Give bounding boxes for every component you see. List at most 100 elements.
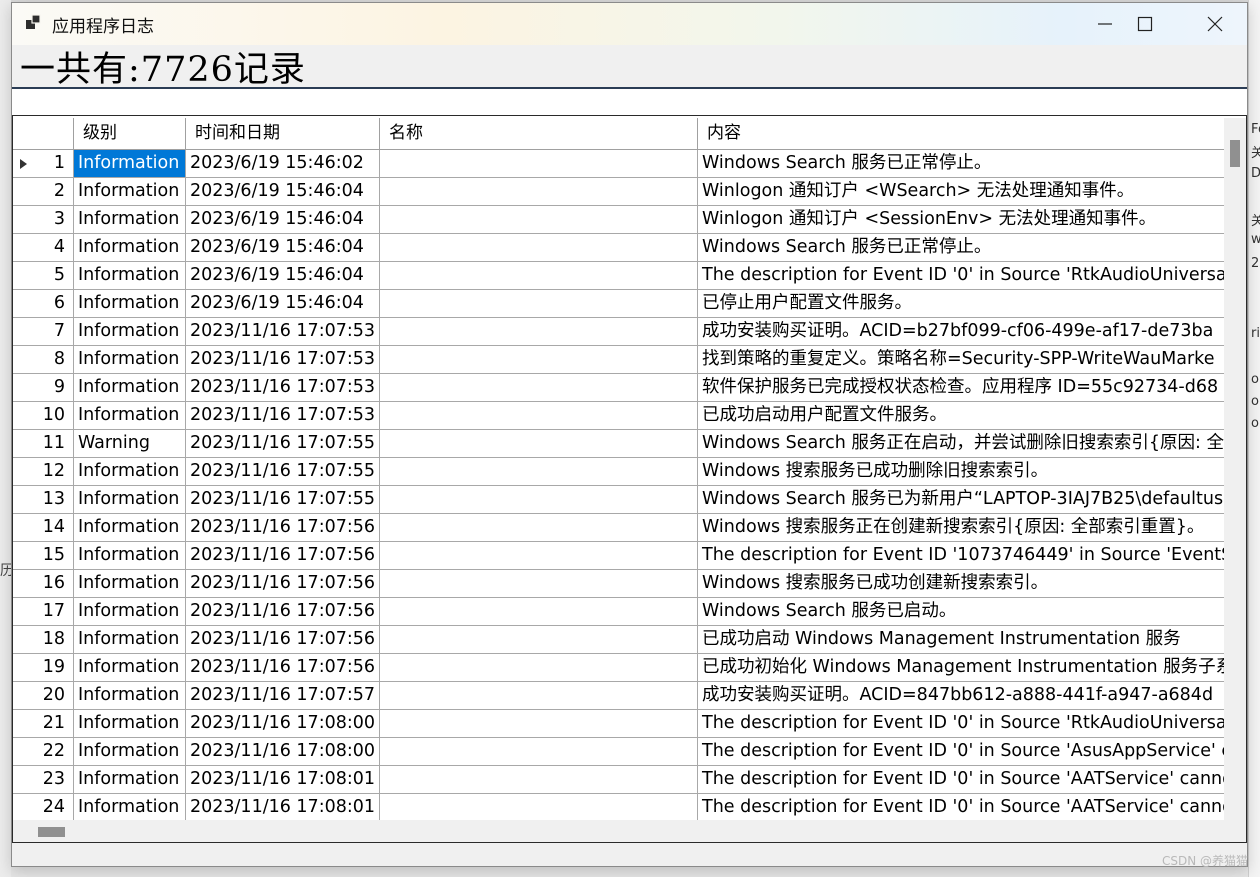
name-cell[interactable] [380, 206, 698, 233]
name-cell[interactable] [380, 402, 698, 429]
table-row[interactable]: 18 Information 2023/11/16 17:07:56 已成功启动 Wi… [13, 626, 1225, 654]
column-header-time[interactable]: 时间和日期 [186, 118, 380, 149]
level-cell[interactable]: Information [74, 374, 186, 401]
time-cell[interactable]: 2023/6/19 15:46:04 [186, 290, 380, 317]
horizontal-scroll-thumb[interactable] [38, 827, 65, 837]
level-cell[interactable]: Information [74, 402, 186, 429]
name-cell[interactable] [380, 626, 698, 653]
time-cell[interactable]: 2023/6/19 15:46:04 [186, 262, 380, 289]
column-header-level[interactable]: 级别 [74, 118, 186, 149]
row-header-cell[interactable]: 1 [13, 150, 74, 177]
content-cell[interactable]: 找到策略的重复定义。策略名称=Security-SPP-WriteWauMark… [698, 346, 1225, 373]
name-cell[interactable] [380, 374, 698, 401]
row-header-cell[interactable]: 11 [13, 430, 74, 457]
time-cell[interactable]: 2023/11/16 17:07:53 [186, 318, 380, 345]
level-cell[interactable]: Information [74, 794, 186, 821]
table-row[interactable]: 2 Information 2023/6/19 15:46:04 Winlogon 通… [13, 178, 1225, 206]
level-cell[interactable]: Information [74, 598, 186, 625]
name-cell[interactable] [380, 290, 698, 317]
name-cell[interactable] [380, 570, 698, 597]
title-bar[interactable]: 应用程序日志 [12, 3, 1247, 45]
name-cell[interactable] [380, 150, 698, 177]
table-row[interactable]: 12 Information 2023/11/16 17:07:55 Windows … [13, 458, 1225, 486]
content-cell[interactable]: The description for Event ID '0' in Sour… [698, 794, 1225, 821]
time-cell[interactable]: 2023/11/16 17:07:56 [186, 542, 380, 569]
table-row[interactable]: 20 Information 2023/11/16 17:07:57 成功安装购买证明… [13, 682, 1225, 710]
table-row[interactable]: 4 Information 2023/6/19 15:46:04 Windows Se… [13, 234, 1225, 262]
level-cell[interactable]: Information [74, 290, 186, 317]
row-header-cell[interactable]: 10 [13, 402, 74, 429]
table-row[interactable]: 24 Information 2023/11/16 17:08:01 The desc… [13, 794, 1225, 822]
time-cell[interactable]: 2023/11/16 17:08:01 [186, 794, 380, 821]
table-row[interactable]: 22 Information 2023/11/16 17:08:00 The desc… [13, 738, 1225, 766]
time-cell[interactable]: 2023/11/16 17:07:55 [186, 430, 380, 457]
content-cell[interactable]: 已成功初始化 Windows Management Instrumentatio… [698, 654, 1225, 681]
table-row[interactable]: 9 Information 2023/11/16 17:07:53 软件保护服务已完成… [13, 374, 1225, 402]
row-header-cell[interactable]: 15 [13, 542, 74, 569]
row-header-cell[interactable]: 5 [13, 262, 74, 289]
name-cell[interactable] [380, 430, 698, 457]
maximize-button[interactable] [1110, 3, 1180, 45]
row-header-cell[interactable]: 7 [13, 318, 74, 345]
name-cell[interactable] [380, 318, 698, 345]
time-cell[interactable]: 2023/11/16 17:07:56 [186, 654, 380, 681]
content-cell[interactable]: Windows Search 服务已正常停止。 [698, 234, 1225, 261]
row-header-cell[interactable]: 14 [13, 514, 74, 541]
time-cell[interactable]: 2023/11/16 17:07:53 [186, 374, 380, 401]
time-cell[interactable]: 2023/11/16 17:07:56 [186, 570, 380, 597]
time-cell[interactable]: 2023/11/16 17:08:01 [186, 766, 380, 793]
time-cell[interactable]: 2023/6/19 15:46:04 [186, 178, 380, 205]
time-cell[interactable]: 2023/11/16 17:08:00 [186, 738, 380, 765]
content-cell[interactable]: 已停止用户配置文件服务。 [698, 290, 1225, 317]
level-cell[interactable]: Information [74, 570, 186, 597]
level-cell[interactable]: Information [74, 262, 186, 289]
name-cell[interactable] [380, 458, 698, 485]
time-cell[interactable]: 2023/11/16 17:07:57 [186, 682, 380, 709]
content-cell[interactable]: 软件保护服务已完成授权状态检查。应用程序 ID=55c92734-d68 [698, 374, 1225, 401]
table-row[interactable]: 19 Information 2023/11/16 17:07:56 已成功初始化 W… [13, 654, 1225, 682]
row-header-cell[interactable]: 3 [13, 206, 74, 233]
row-header-cell[interactable]: 24 [13, 794, 74, 821]
row-header-cell[interactable]: 12 [13, 458, 74, 485]
content-cell[interactable]: The description for Event ID '0' in Sour… [698, 766, 1225, 793]
row-header-cell[interactable]: 2 [13, 178, 74, 205]
level-cell[interactable]: Information [74, 318, 186, 345]
name-cell[interactable] [380, 682, 698, 709]
name-cell[interactable] [380, 178, 698, 205]
row-header-cell[interactable]: 6 [13, 290, 74, 317]
level-cell[interactable]: Information [74, 486, 186, 513]
column-header-content[interactable]: 内容 [698, 118, 1225, 149]
close-button[interactable] [1180, 3, 1250, 45]
content-cell[interactable]: Windows 搜索服务已成功删除旧搜索索引。 [698, 458, 1225, 485]
level-cell[interactable]: Information [74, 234, 186, 261]
level-cell[interactable]: Information [74, 738, 186, 765]
row-header-cell[interactable]: 13 [13, 486, 74, 513]
time-cell[interactable]: 2023/11/16 17:07:56 [186, 514, 380, 541]
content-cell[interactable]: Windows 搜索服务已成功创建新搜索索引。 [698, 570, 1225, 597]
table-row[interactable]: 3 Information 2023/6/19 15:46:04 Winlogon 通… [13, 206, 1225, 234]
level-cell[interactable]: Information [74, 654, 186, 681]
content-cell[interactable]: 成功安装购买证明。ACID=b27bf099-cf06-499e-af17-de… [698, 318, 1225, 345]
name-cell[interactable] [380, 766, 698, 793]
table-row[interactable]: 23 Information 2023/11/16 17:08:01 The desc… [13, 766, 1225, 794]
content-cell[interactable]: Windows Search 服务已启动。 [698, 598, 1225, 625]
level-cell[interactable]: Information [74, 150, 186, 177]
content-cell[interactable]: 已成功启动 Windows Management Instrumentation… [698, 626, 1225, 653]
level-cell[interactable]: Information [74, 542, 186, 569]
row-header-cell[interactable]: 8 [13, 346, 74, 373]
name-cell[interactable] [380, 514, 698, 541]
name-cell[interactable] [380, 346, 698, 373]
table-row[interactable]: 1 Information 2023/6/19 15:46:02 Windows Se… [13, 150, 1225, 178]
content-cell[interactable]: Windows Search 服务已正常停止。 [698, 150, 1225, 177]
name-cell[interactable] [380, 262, 698, 289]
time-cell[interactable]: 2023/11/16 17:08:00 [186, 710, 380, 737]
name-cell[interactable] [380, 794, 698, 821]
content-cell[interactable]: The description for Event ID '0' in Sour… [698, 262, 1225, 289]
table-row[interactable]: 15 Information 2023/11/16 17:07:56 The desc… [13, 542, 1225, 570]
row-header-column[interactable] [13, 118, 74, 149]
time-cell[interactable]: 2023/6/19 15:46:02 [186, 150, 380, 177]
name-cell[interactable] [380, 542, 698, 569]
time-cell[interactable]: 2023/11/16 17:07:53 [186, 402, 380, 429]
table-row[interactable]: 10 Information 2023/11/16 17:07:53 已成功启动用户配… [13, 402, 1225, 430]
table-row[interactable]: 21 Information 2023/11/16 17:08:00 The desc… [13, 710, 1225, 738]
